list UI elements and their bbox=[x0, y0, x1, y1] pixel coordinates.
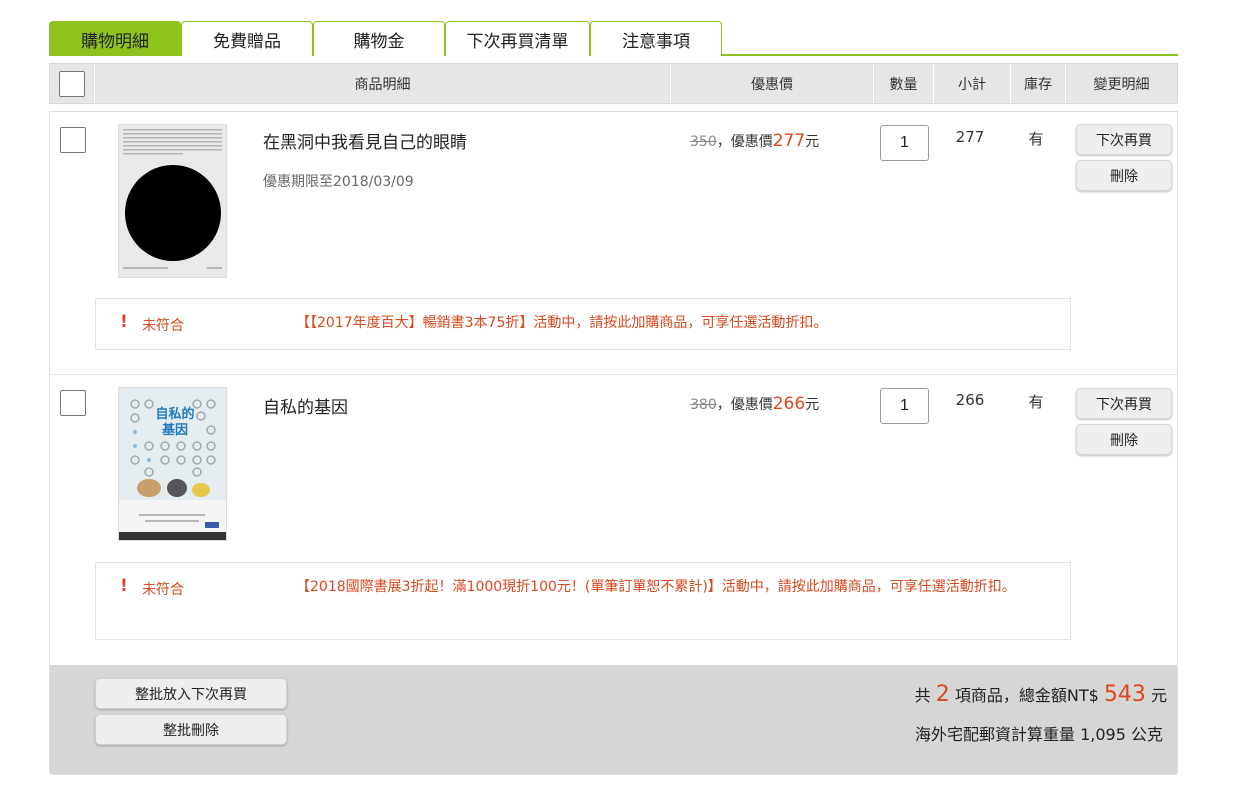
shipping-weight: 海外宅配郵資計算重量 1,095 公克 bbox=[915, 725, 1163, 744]
book-cover-black-hole[interactable] bbox=[118, 124, 227, 278]
item-subtotal: 277 bbox=[955, 128, 985, 146]
item-stock: 有 bbox=[1028, 393, 1044, 411]
quantity-input[interactable] bbox=[880, 125, 929, 161]
tab-shopping-credit[interactable]: 購物金 bbox=[313, 21, 445, 56]
delete-button[interactable]: 刪除 bbox=[1076, 424, 1172, 455]
item-count: 2 bbox=[935, 682, 950, 707]
notice-status: 未符合 bbox=[142, 318, 184, 334]
promo-notice[interactable]: ! 未符合 【【2017年度百大】暢銷書3本75折】活動中，請按此加購商品，可享… bbox=[95, 298, 1071, 350]
cart-item: 在黑洞中我看見自己的眼睛 優惠期限至2018/03/09 350，優惠價277元… bbox=[50, 112, 1177, 374]
select-all-checkbox[interactable] bbox=[59, 70, 85, 97]
header-price: 優惠價 bbox=[670, 64, 873, 103]
price-prefix: ，優惠價 bbox=[716, 397, 773, 413]
warning-icon: ! bbox=[120, 576, 128, 596]
tab-free-gifts[interactable]: 免費贈品 bbox=[181, 21, 313, 56]
notice-message[interactable]: 【【2017年度百大】暢銷書3本75折】活動中，請按此加購商品，可享任選活動折扣… bbox=[296, 310, 1056, 336]
summary-suffix: 元 bbox=[1150, 686, 1167, 705]
item-stock: 有 bbox=[1028, 130, 1044, 148]
currency-suffix: 元 bbox=[805, 134, 820, 150]
original-price: 380 bbox=[690, 397, 717, 413]
cover-title-text: 自私的基因 bbox=[155, 407, 195, 438]
buy-later-button[interactable]: 下次再買 bbox=[1076, 388, 1172, 419]
notice-message[interactable]: 【2018國際書展3折起！滿1000現折100元！(單筆訂單恕不累計)】活動中，… bbox=[296, 574, 1056, 600]
buy-later-button[interactable]: 下次再買 bbox=[1076, 124, 1172, 155]
summary-mid: 項商品，總金額NT$ bbox=[954, 686, 1099, 705]
item-title[interactable]: 自私的基因 bbox=[263, 393, 348, 418]
promo-expiry: 優惠期限至2018/03/09 bbox=[263, 174, 414, 190]
item-checkbox[interactable] bbox=[60, 127, 86, 153]
order-summary: 共 2 項商品，總金額NT$ 543 元 bbox=[915, 682, 1167, 707]
summary-prefix: 共 bbox=[914, 686, 931, 705]
sale-price: 266 bbox=[772, 394, 806, 414]
header-stock: 庫存 bbox=[1010, 64, 1065, 103]
original-price: 350 bbox=[690, 134, 717, 150]
book-cover-selfish-gene[interactable]: 自私的基因 bbox=[118, 387, 227, 541]
quantity-input[interactable] bbox=[880, 388, 929, 424]
warning-icon: ! bbox=[120, 312, 128, 332]
cart-tabs: 購物明細 免費贈品 購物金 下次再買清單 注意事項 bbox=[49, 21, 1178, 56]
cart-footer: 整批放入下次再買 整批刪除 共 2 項商品，總金額NT$ 543 元 海外宅配郵… bbox=[50, 665, 1177, 774]
cart-item: 自私的基因 自私的基因 380，優惠價266元 266 有 下次再買 刪除 ! … bbox=[50, 374, 1177, 664]
header-quantity: 數量 bbox=[873, 64, 933, 103]
item-price: 380，優惠價266元 bbox=[690, 394, 819, 414]
item-subtotal: 266 bbox=[955, 391, 985, 409]
delete-button[interactable]: 刪除 bbox=[1076, 160, 1172, 191]
header-details: 商品明細 bbox=[94, 64, 670, 103]
currency-suffix: 元 bbox=[805, 397, 820, 413]
tab-notes[interactable]: 注意事項 bbox=[590, 21, 722, 56]
item-title[interactable]: 在黑洞中我看見自己的眼睛 bbox=[263, 128, 467, 153]
promo-notice[interactable]: ! 未符合 【2018國際書展3折起！滿1000現折100元！(單筆訂單恕不累計… bbox=[95, 562, 1071, 640]
tab-buy-later-list[interactable]: 下次再買清單 bbox=[445, 21, 590, 56]
sale-price: 277 bbox=[772, 131, 806, 151]
batch-delete-button[interactable]: 整批刪除 bbox=[95, 714, 287, 745]
batch-buy-later-button[interactable]: 整批放入下次再買 bbox=[95, 678, 287, 709]
price-prefix: ，優惠價 bbox=[716, 134, 773, 150]
cart-body: 在黑洞中我看見自己的眼睛 優惠期限至2018/03/09 350，優惠價277元… bbox=[49, 111, 1178, 775]
total-amount: 543 bbox=[1103, 682, 1146, 707]
item-price: 350，優惠價277元 bbox=[690, 131, 819, 151]
notice-status: 未符合 bbox=[142, 582, 184, 598]
header-checkbox-cell bbox=[50, 64, 94, 103]
header-subtotal: 小計 bbox=[933, 64, 1010, 103]
tab-cart-details[interactable]: 購物明細 bbox=[49, 21, 181, 56]
item-checkbox[interactable] bbox=[60, 390, 86, 416]
black-circle-cover-art bbox=[123, 129, 222, 269]
table-header: 商品明細 優惠價 數量 小計 庫存 變更明細 bbox=[49, 63, 1178, 104]
header-actions: 變更明細 bbox=[1065, 64, 1177, 103]
